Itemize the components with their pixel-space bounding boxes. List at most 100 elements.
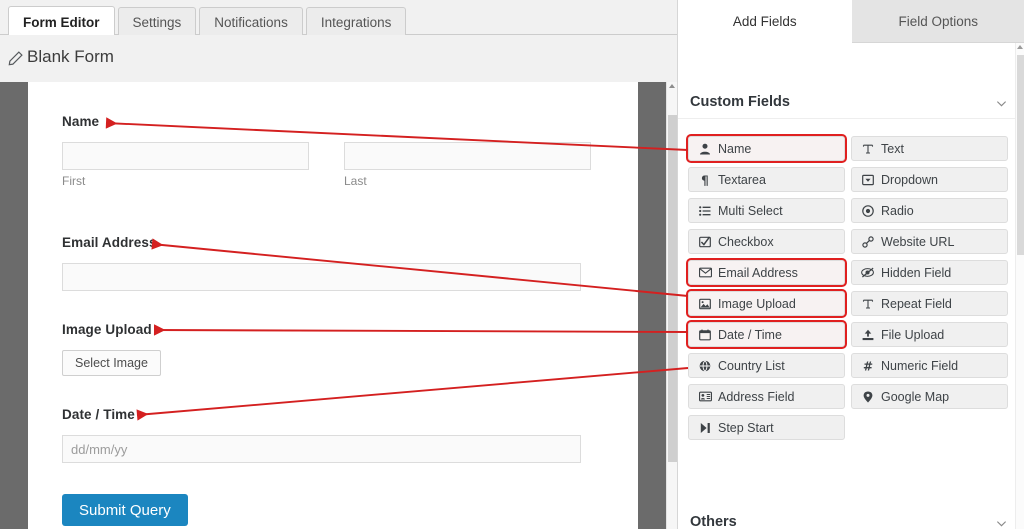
field-button-label: Step Start (718, 420, 774, 435)
tab-field-options[interactable]: Field Options (851, 0, 1024, 43)
email-input[interactable] (62, 263, 581, 291)
field-button-address-field[interactable]: Address Field (688, 384, 845, 409)
field-button-label: Website URL (881, 234, 955, 249)
tab-form-editor-label: Form Editor (23, 14, 100, 30)
field-button-repeat-field[interactable]: Repeat Field (851, 291, 1008, 316)
last-name-input[interactable] (344, 142, 591, 170)
form-field-image-upload[interactable]: Image Upload Select Image (62, 322, 161, 376)
field-button-text[interactable]: Text (851, 136, 1008, 161)
date-time-input[interactable]: dd/mm/yy (62, 435, 581, 463)
scroll-up-arrow-icon[interactable] (669, 84, 675, 88)
field-button-label: Checkbox (718, 234, 774, 249)
checkbox-icon (698, 235, 712, 248)
radio-icon (861, 204, 875, 217)
envelope-icon (698, 267, 712, 278)
pencil-icon[interactable] (8, 51, 23, 66)
calendar-icon (698, 329, 712, 341)
form-preview-pane: Name First Last Email Address Image Uplo… (0, 82, 677, 529)
tab-integrations-label: Integrations (320, 15, 392, 30)
form-preview-scroll-thumb[interactable] (668, 115, 677, 462)
address-card-icon (698, 391, 712, 402)
section-header-custom-fields[interactable]: Custom Fields (678, 86, 1024, 119)
field-button-label: Radio (881, 203, 914, 218)
hash-icon: # (861, 360, 875, 372)
field-button-website-url[interactable]: Website URL (851, 229, 1008, 254)
section-header-others[interactable]: Others (678, 505, 1024, 529)
last-name-sublabel: Last (344, 174, 367, 188)
field-panel-scrollbar[interactable] (1015, 43, 1024, 529)
form-field-date-time-label: Date / Time (62, 407, 135, 422)
tab-integrations[interactable]: Integrations (305, 7, 407, 37)
field-button-radio[interactable]: Radio (851, 198, 1008, 223)
chevron-down-icon-others[interactable] (996, 517, 1007, 528)
form-preview-scrollbar[interactable] (666, 82, 677, 529)
field-button-label: Textarea (718, 172, 766, 187)
field-button-numeric-field[interactable]: # Numeric Field (851, 353, 1008, 378)
field-button-label: Image Upload (718, 296, 796, 311)
field-button-label: Dropdown (881, 172, 938, 187)
main-tabs: Form Editor Settings Notifications Integ… (8, 6, 407, 37)
field-button-label: Date / Time (718, 327, 782, 342)
field-button-dropdown[interactable]: Dropdown (851, 167, 1008, 192)
field-button-label: Numeric Field (881, 358, 959, 373)
form-field-image-upload-label: Image Upload (62, 322, 152, 337)
tab-add-fields-label: Add Fields (732, 13, 797, 29)
preview-left-gutter (0, 82, 28, 529)
field-button-label: Text (881, 141, 904, 156)
panel-scroll-up-arrow-icon[interactable] (1017, 45, 1023, 49)
field-button-label: Hidden Field (881, 265, 952, 280)
form-field-email-label: Email Address (62, 235, 157, 250)
field-button-checkbox[interactable]: Checkbox (688, 229, 845, 254)
field-panel-tabs: Add Fields Field Options (678, 0, 1024, 43)
field-button-name[interactable]: Name (686, 134, 847, 163)
field-panel: Add Fields Field Options Custom Fields N… (677, 0, 1024, 529)
field-button-textarea[interactable]: ¶ Textarea (688, 167, 845, 192)
form-canvas: Name First Last Email Address Image Uplo… (28, 82, 638, 529)
field-button-multi-select[interactable]: Multi Select (688, 198, 845, 223)
tab-field-options-label: Field Options (898, 13, 979, 29)
form-field-email[interactable]: Email Address (62, 235, 582, 291)
section-title-others: Others (690, 513, 737, 529)
first-name-input[interactable] (62, 142, 309, 170)
text-icon (861, 143, 875, 155)
tab-settings[interactable]: Settings (117, 7, 197, 37)
link-icon (861, 235, 875, 248)
svg-text:¶: ¶ (701, 174, 709, 186)
form-field-name[interactable]: Name First Last (62, 114, 602, 188)
field-button-label: File Upload (881, 327, 945, 342)
field-button-file-upload[interactable]: File Upload (851, 322, 1008, 347)
field-button-google-map[interactable]: Google Map (851, 384, 1008, 409)
tab-notifications[interactable]: Notifications (199, 7, 303, 37)
tab-form-editor[interactable]: Form Editor (8, 6, 115, 37)
chevron-down-icon[interactable] (996, 97, 1007, 108)
user-icon (698, 143, 712, 155)
select-image-button[interactable]: Select Image (62, 350, 161, 376)
step-forward-icon (698, 422, 712, 434)
form-field-date-time[interactable]: Date / Time dd/mm/yy (62, 407, 582, 463)
field-button-label: Name (718, 141, 752, 156)
field-panel-scroll-thumb[interactable] (1017, 55, 1024, 255)
field-button-label: Google Map (881, 389, 950, 404)
form-builder-app: Form Editor Settings Notifications Integ… (0, 0, 1024, 529)
list-icon (698, 205, 712, 217)
field-button-date-time[interactable]: Date / Time (686, 320, 847, 349)
custom-fields-grid: Name Text ¶ Textarea Dropdown Multi Select Rad… (686, 134, 1008, 440)
paragraph-icon: ¶ (698, 174, 712, 186)
field-button-email-address[interactable]: Email Address (686, 258, 847, 287)
dropdown-icon (861, 174, 875, 186)
submit-query-button[interactable]: Submit Query (62, 494, 188, 526)
tab-add-fields[interactable]: Add Fields (678, 0, 852, 43)
field-button-label: Address Field (718, 389, 795, 404)
field-button-step-start[interactable]: Step Start (688, 415, 845, 440)
field-button-label: Country List (718, 358, 785, 373)
field-button-image-upload[interactable]: Image Upload (686, 289, 847, 318)
submit-area: Submit Query (62, 494, 188, 526)
first-name-sublabel: First (62, 174, 86, 188)
tab-notifications-label: Notifications (214, 15, 288, 30)
submit-query-label: Submit Query (79, 501, 171, 519)
eye-slash-icon (861, 267, 875, 278)
upload-icon (861, 329, 875, 341)
field-button-country-list[interactable]: Country List (688, 353, 845, 378)
field-button-hidden-field[interactable]: Hidden Field (851, 260, 1008, 285)
form-field-name-label: Name (62, 114, 100, 129)
